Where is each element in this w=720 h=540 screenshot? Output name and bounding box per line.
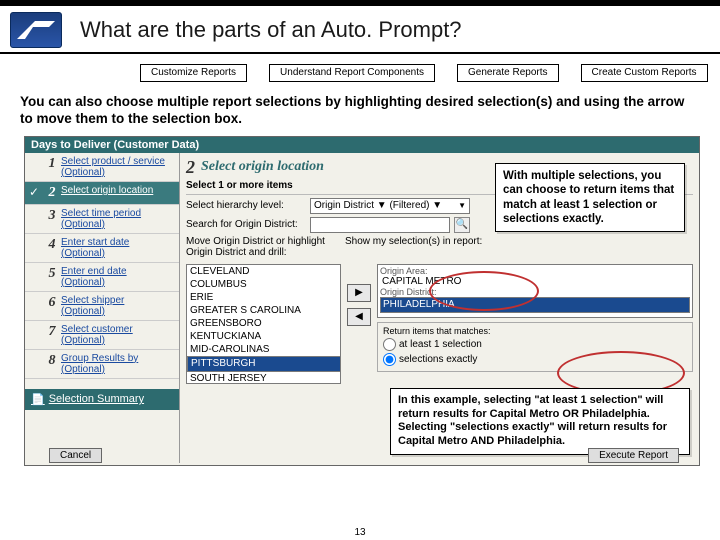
move-right-button[interactable]: ▶ (347, 284, 371, 302)
chevron-down-icon: ▼ (458, 201, 466, 210)
callout-example: In this example, selecting "at least 1 s… (390, 388, 690, 455)
step-1[interactable]: 1Select product / service(Optional) (25, 153, 179, 182)
app-window: Days to Deliver (Customer Data) 1Select … (24, 136, 700, 466)
search-input[interactable] (310, 217, 450, 233)
hierarchy-label: Select hierarchy level: (186, 200, 306, 211)
tab-understand: Understand Report Components (269, 64, 435, 82)
step-6[interactable]: 6Select shipper(Optional) (25, 292, 179, 321)
slide-header: What are the parts of an Auto. Prompt? (0, 6, 720, 54)
tab-create: Create Custom Reports (581, 64, 708, 82)
step-3[interactable]: 3Select time period(Optional) (25, 205, 179, 234)
usps-logo (10, 12, 62, 48)
step-8[interactable]: 8Group Results by(Optional) (25, 350, 179, 379)
hierarchy-select[interactable]: Origin District ▼ (Filtered) ▼▼ (310, 198, 470, 214)
main-panel: 2Select origin location Select 1 or more… (180, 153, 699, 463)
move-left-button[interactable]: ◀ (347, 308, 371, 326)
cancel-button[interactable]: Cancel (49, 448, 102, 463)
radio-at-least-1[interactable] (383, 338, 396, 351)
section-tabs: Customize Reports Understand Report Comp… (140, 64, 720, 82)
app-title: Days to Deliver (Customer Data) (25, 137, 699, 153)
step-7[interactable]: 7Select customer(Optional) (25, 321, 179, 350)
match-group: Return items that matches: at least 1 se… (377, 322, 693, 372)
step-sidebar: 1Select product / service(Optional) ✓2Se… (25, 153, 180, 463)
tab-generate: Generate Reports (457, 64, 559, 82)
selection-box[interactable]: Origin Area: CAPITAL METRO Origin Distri… (377, 264, 693, 318)
step-4[interactable]: 4Enter start date(Optional) (25, 234, 179, 263)
radio-exactly[interactable] (383, 353, 396, 366)
doc-icon: 📄 (31, 393, 45, 406)
page-title: What are the parts of an Auto. Prompt? (80, 17, 462, 43)
intro-text: You can also choose multiple report sele… (0, 90, 720, 134)
callout-selections: With multiple selections, you can choose… (495, 163, 685, 233)
search-label: Search for Origin District: (186, 219, 306, 230)
page-number: 13 (354, 527, 365, 538)
selection-summary[interactable]: 📄Selection Summary (25, 389, 179, 410)
step-5[interactable]: 5Enter end date(Optional) (25, 263, 179, 292)
source-list[interactable]: CLEVELAND COLUMBUS ERIE GREATER S CAROLI… (186, 264, 341, 384)
move-label: Move Origin District or highlight Origin… (186, 236, 341, 258)
show-label: Show my selection(s) in report: (345, 236, 693, 247)
step-2[interactable]: ✓2Select origin location (25, 182, 179, 205)
search-icon[interactable]: 🔍 (454, 217, 470, 233)
tab-customize: Customize Reports (140, 64, 247, 82)
execute-button[interactable]: Execute Report (588, 448, 679, 463)
